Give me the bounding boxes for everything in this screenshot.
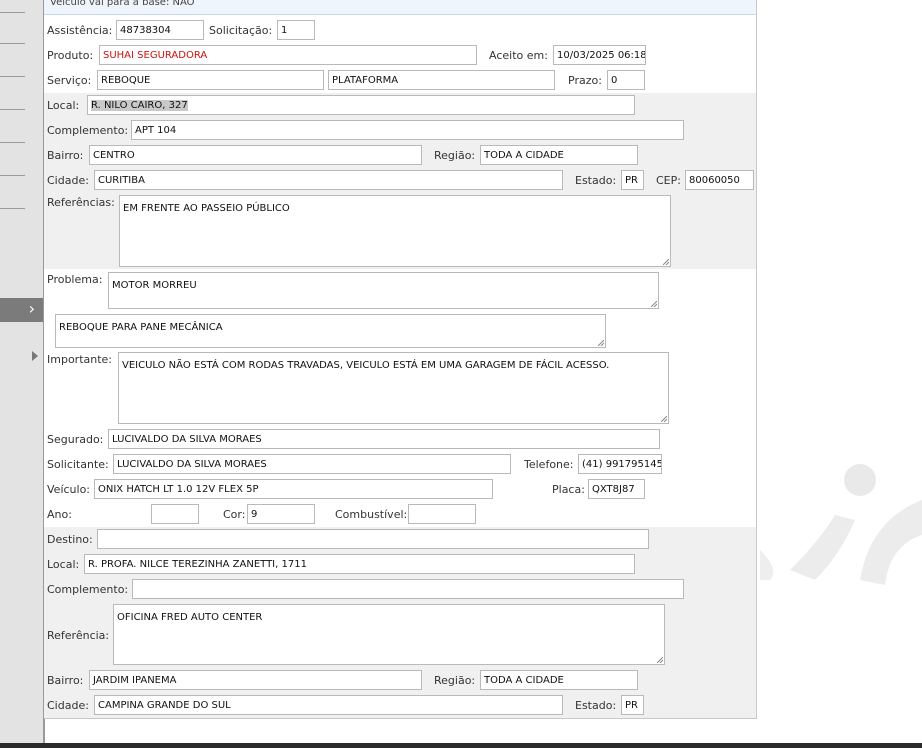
local-label: Local:: [47, 99, 80, 112]
destino-referencia-textarea[interactable]: OFICINA FRED AUTO CENTER: [113, 604, 665, 665]
problema-label: Problema:: [47, 273, 103, 286]
resize-grip-icon[interactable]: [661, 416, 667, 422]
local-selected-text: R. NILO CAIRO, 327: [91, 100, 188, 111]
solicitacao-field[interactable]: 1: [277, 20, 315, 40]
solicitante-field[interactable]: LUCIVALDO DA SILVA MORAES: [113, 454, 511, 474]
produto-label: Produto:: [47, 49, 94, 62]
cep-label: CEP:: [656, 174, 681, 187]
solicitante-label: Solicitante:: [47, 458, 109, 471]
top-note-text: Veículo vai para a base: NÃO: [50, 0, 195, 8]
telefone-field[interactable]: (41) 991795145: [578, 454, 662, 474]
destino-estado-label: Estado:: [575, 699, 617, 712]
importante-text: VEICULO NÃO ESTÁ COM RODAS TRAVADAS, VEI…: [122, 360, 610, 371]
cor-label: Cor:: [223, 508, 246, 521]
assistencia-field[interactable]: 48738304: [116, 20, 204, 40]
placa-label: Placa:: [552, 483, 585, 496]
telefone-label: Telefone:: [524, 458, 574, 471]
destino-cidade-label: Cidade:: [47, 699, 89, 712]
ano-label: Ano:: [47, 508, 72, 521]
destino-estado-field[interactable]: PR: [621, 695, 644, 715]
veiculo-label: Veículo:: [47, 483, 91, 496]
destino-label: Destino:: [47, 533, 93, 546]
cidade-label: Cidade:: [47, 174, 89, 187]
destino-referencia-label: Referência:: [47, 629, 110, 642]
servico-label: Serviço:: [47, 74, 92, 87]
estado-label: Estado:: [575, 174, 617, 187]
cor-field[interactable]: 9: [247, 504, 315, 524]
destino-regiao-label: Região:: [434, 674, 476, 687]
destino-cidade-field[interactable]: CAMPINA GRANDE DO SUL: [94, 695, 563, 715]
destino-bairro-field[interactable]: JARDIM IPANEMA: [89, 670, 422, 690]
regiao-field[interactable]: TODA A CIDADE: [480, 145, 638, 165]
importante-label: Importante:: [47, 353, 113, 366]
descricao-text: REBOQUE PARA PANE MECÂNICA: [59, 322, 223, 333]
aceito-em-label: Aceito em:: [489, 49, 548, 62]
ano-field[interactable]: [151, 504, 199, 524]
veiculo-field[interactable]: ONIX HATCH LT 1.0 12V FLEX 5P: [94, 479, 493, 499]
combustivel-field[interactable]: [408, 504, 476, 524]
placa-field[interactable]: QXT8J87: [588, 479, 645, 499]
solicitacao-label: Solicitação:: [209, 24, 273, 37]
aceito-em-field[interactable]: 10/03/2025 06:18: [553, 45, 646, 65]
chevron-right-icon: ›: [28, 299, 35, 318]
resize-grip-icon[interactable]: [598, 340, 604, 346]
problema-textarea[interactable]: MOTOR MORREU: [108, 272, 659, 309]
prazo-field[interactable]: 0: [607, 70, 645, 90]
complemento-label: Complemento:: [47, 124, 129, 137]
local-field[interactable]: R. NILO CAIRO, 327: [87, 95, 635, 115]
destino-referencia-text: OFICINA FRED AUTO CENTER: [117, 612, 263, 623]
watermark-logo: [760, 464, 922, 585]
servico-field[interactable]: REBOQUE: [97, 70, 324, 90]
destino-complemento-label: Complemento:: [47, 583, 129, 596]
descricao-textarea[interactable]: REBOQUE PARA PANE MECÂNICA: [55, 314, 606, 348]
complemento-field[interactable]: APT 104: [131, 120, 684, 140]
bairro-field[interactable]: CENTRO: [89, 145, 422, 165]
bottom-taskbar-edge: [0, 743, 922, 748]
sidebar-divider: [0, 43, 25, 44]
sidebar-divider: [0, 175, 25, 176]
destino-bairro-label: Bairro:: [47, 674, 84, 687]
sidebar-divider: [0, 208, 25, 209]
sidebar: ›: [0, 0, 44, 743]
servico-tipo-field[interactable]: PLATAFORMA: [328, 70, 555, 90]
top-note: Veículo vai para a base: NÃO: [44, 0, 756, 15]
referencias-text: EM FRENTE AO PASSEIO PÚBLICO: [123, 203, 290, 214]
estado-field[interactable]: PR: [621, 170, 644, 190]
resize-grip-icon[interactable]: [651, 301, 657, 307]
regiao-label: Região:: [434, 149, 476, 162]
sidebar-divider: [0, 109, 25, 110]
referencias-label: Referências:: [47, 196, 115, 209]
bairro-label: Bairro:: [47, 149, 84, 162]
sidebar-divider: [0, 76, 25, 77]
triangle-right-icon[interactable]: [32, 351, 38, 361]
prazo-label: Prazo:: [568, 74, 602, 87]
destino-local-label: Local:: [47, 558, 80, 571]
sidebar-divider: [0, 142, 25, 143]
combustivel-label: Combustível:: [335, 508, 408, 521]
sidebar-expand-button[interactable]: ›: [0, 298, 43, 322]
destino-field[interactable]: [97, 529, 649, 549]
produto-field[interactable]: SUHAI SEGURADORA: [99, 45, 477, 65]
assistencia-label: Assistência:: [47, 24, 113, 37]
destino-local-field[interactable]: R. PROFA. NILCE TEREZINHA ZANETTI, 1711: [84, 554, 635, 574]
cidade-field[interactable]: CURITIBA: [94, 170, 563, 190]
cep-field[interactable]: 80060050: [685, 170, 754, 190]
resize-grip-icon[interactable]: [663, 259, 669, 265]
resize-grip-icon[interactable]: [657, 657, 663, 663]
sidebar-divider: [0, 12, 25, 13]
destino-regiao-field[interactable]: TODA A CIDADE: [480, 670, 638, 690]
destino-complemento-field[interactable]: [132, 579, 684, 599]
problema-text: MOTOR MORREU: [112, 280, 197, 291]
referencias-textarea[interactable]: EM FRENTE AO PASSEIO PÚBLICO: [119, 195, 671, 267]
segurado-label: Segurado:: [47, 433, 104, 446]
importante-textarea[interactable]: VEICULO NÃO ESTÁ COM RODAS TRAVADAS, VEI…: [118, 352, 669, 424]
segurado-field[interactable]: LUCIVALDO DA SILVA MORAES: [108, 429, 660, 449]
